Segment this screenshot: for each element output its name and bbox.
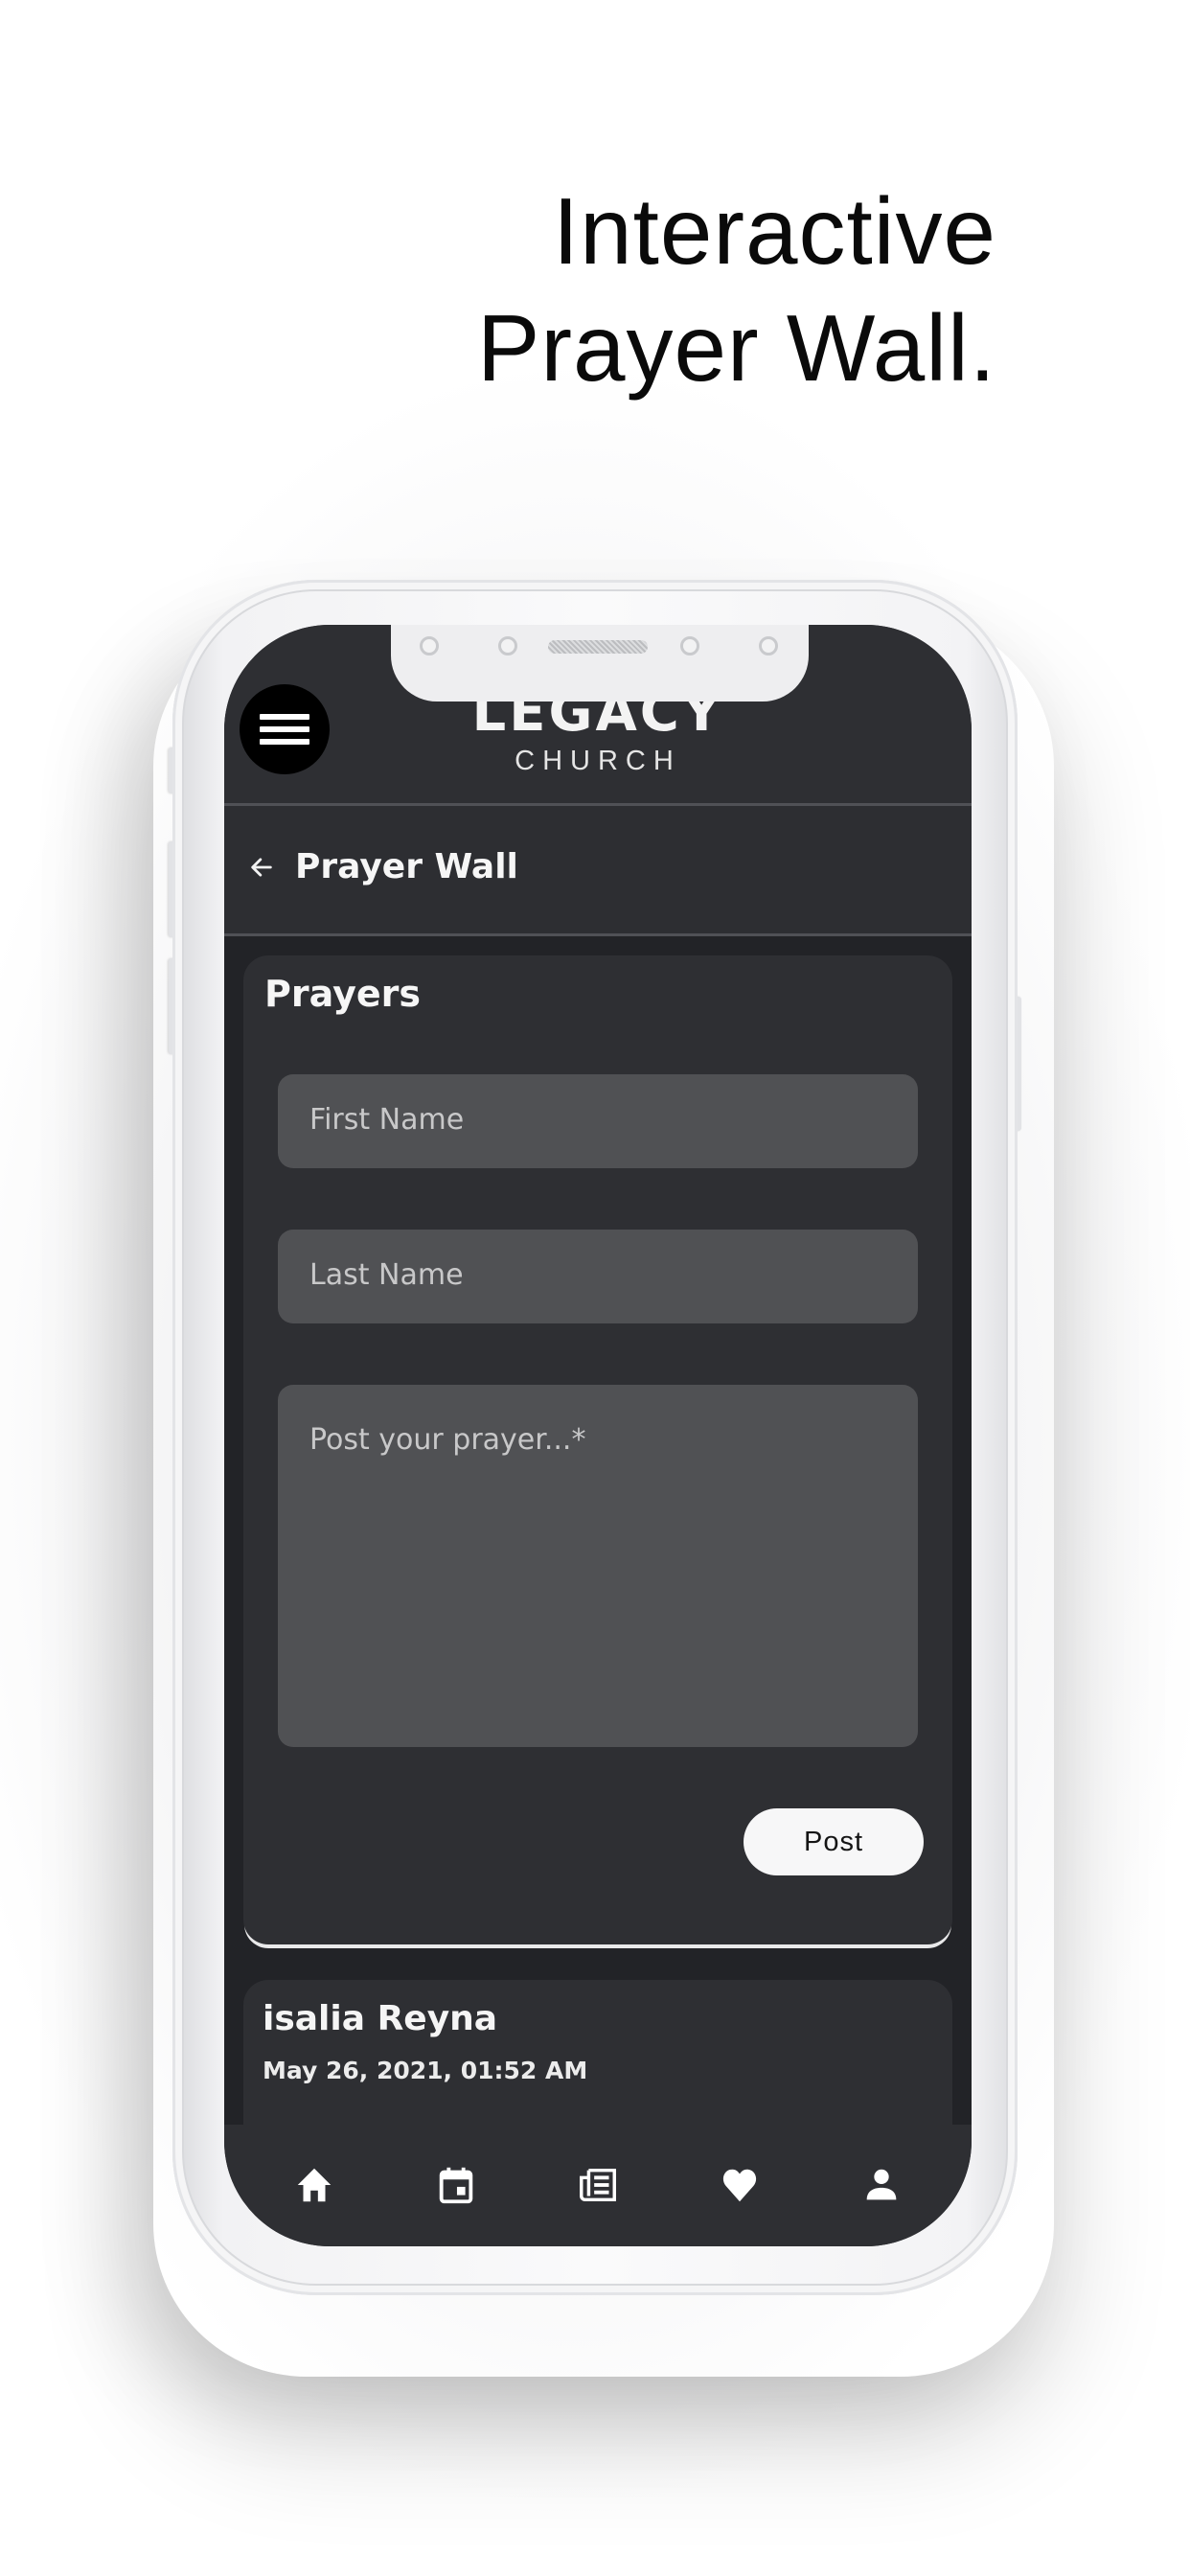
sensor-icon (498, 636, 517, 656)
nav-item-home[interactable] (276, 2151, 353, 2219)
logo-sub-text: CHURCH (515, 746, 681, 776)
heart-icon (722, 2169, 757, 2202)
marketing-headline: Interactive Prayer Wall. (477, 172, 996, 406)
page-title: Prayer Wall (295, 847, 518, 886)
calendar-icon (439, 2167, 473, 2204)
title-bar: Prayer Wall (224, 806, 972, 933)
prayer-timestamp: May 26, 2021, 01:52 AM (263, 2057, 588, 2084)
prayer-textarea[interactable]: Post your prayer...* (278, 1385, 918, 1747)
nav-item-events[interactable] (418, 2151, 494, 2219)
phone-notch (391, 625, 809, 702)
bottom-navigation (224, 2125, 972, 2246)
arrow-left-icon (251, 857, 272, 877)
first-name-input[interactable]: First Name (278, 1074, 918, 1168)
nav-item-give[interactable] (701, 2151, 778, 2219)
speaker-grille (548, 640, 648, 654)
home-icon (297, 2168, 332, 2202)
sensor-icon (420, 636, 439, 656)
last-name-input[interactable]: Last Name (278, 1230, 918, 1323)
nav-item-news[interactable] (560, 2151, 636, 2219)
post-button[interactable]: Post (744, 1808, 924, 1875)
newspaper-icon (580, 2168, 616, 2202)
headline-line-2: Prayer Wall. (476, 295, 996, 401)
back-button[interactable] (247, 853, 276, 882)
phone-screen: LEGACY CHURCH Prayer Wall Prayers First … (224, 625, 972, 2246)
prayer-form-card: Prayers First Name Last Name Post your p… (243, 955, 952, 1944)
content-area: Prayers First Name Last Name Post your p… (224, 936, 972, 2172)
prayer-author: isalia Reyna (263, 1999, 498, 2038)
form-title: Prayers (264, 973, 421, 1015)
sensor-icon (759, 636, 778, 656)
camera-icon (680, 636, 699, 656)
person-icon (866, 2169, 897, 2200)
nav-item-profile[interactable] (843, 2151, 920, 2219)
headline-line-1: Interactive (552, 178, 996, 284)
